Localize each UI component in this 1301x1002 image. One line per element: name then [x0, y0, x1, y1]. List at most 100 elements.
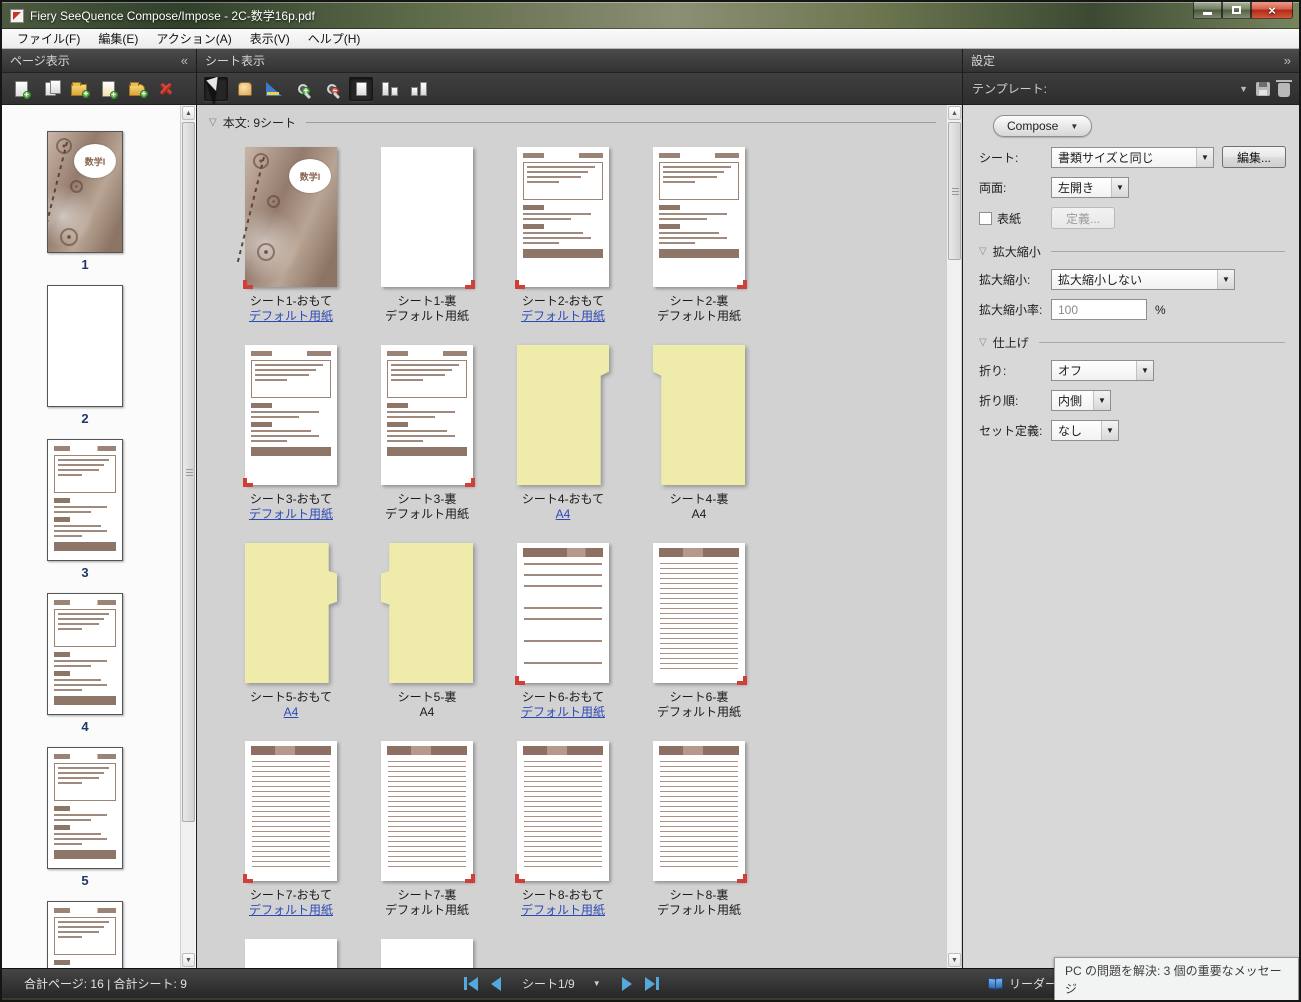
menu-item-4[interactable]: ヘルプ(H): [299, 28, 370, 49]
sheet-cell[interactable]: [223, 939, 359, 968]
sheet-paper-link[interactable]: デフォルト用紙: [521, 705, 605, 720]
sheet-cell[interactable]: シート4-裏 A4: [631, 345, 767, 522]
zoom-in-tool-icon[interactable]: +: [291, 77, 315, 101]
delete-template-icon[interactable]: [1278, 83, 1290, 97]
sheet-paper-link[interactable]: A4: [556, 507, 571, 522]
menu-item-2[interactable]: アクション(A): [147, 28, 240, 49]
template-dropdown-icon[interactable]: ▼: [1239, 84, 1248, 94]
sheet-paper-label: デフォルト用紙: [657, 903, 741, 918]
insert-page-icon[interactable]: +: [96, 77, 120, 101]
scale-section-header[interactable]: ▽ 拡大縮小: [979, 243, 1285, 260]
page-number: 4: [81, 719, 88, 734]
sheet-cell[interactable]: [359, 939, 495, 968]
sheet-toolbar: +−: [197, 73, 962, 105]
sheet-cell[interactable]: シート1-裏 デフォルト用紙: [359, 147, 495, 324]
split-view-b-icon[interactable]: [407, 77, 431, 101]
add-page-icon[interactable]: +: [9, 77, 33, 101]
scroll-up-icon[interactable]: ▲: [948, 106, 961, 120]
sheet-cell[interactable]: シート3-おもて デフォルト用紙: [223, 345, 359, 522]
close-button[interactable]: ×: [1251, 2, 1293, 19]
sheet-cell[interactable]: シート7-おもて デフォルト用紙: [223, 741, 359, 918]
scroll-down-icon[interactable]: ▼: [948, 953, 961, 967]
duplicate-page-icon[interactable]: [38, 77, 62, 101]
measure-tool-icon[interactable]: [262, 77, 286, 101]
sheet-cell[interactable]: シート6-おもて デフォルト用紙: [495, 543, 631, 720]
sheet-size-dropdown[interactable]: 書類サイズと同じ ▼: [1051, 147, 1214, 168]
duplex-field-label: 両面:: [979, 179, 1051, 196]
sheet-label: シート7-裏: [398, 888, 457, 903]
split-view-a-icon[interactable]: [378, 77, 402, 101]
fold-order-dropdown[interactable]: 内側 ▼: [1051, 390, 1111, 411]
sheet-cell[interactable]: シート2-おもて デフォルト用紙: [495, 147, 631, 324]
collapse-section-icon[interactable]: ▽: [979, 337, 987, 348]
sheet-paper-link[interactable]: デフォルト用紙: [521, 309, 605, 324]
sheet-position-dropdown[interactable]: シート1/9 ▼: [512, 975, 611, 992]
cover-checkbox[interactable]: [979, 212, 992, 225]
bleed-corner-mark: [515, 676, 525, 685]
os-notification-tooltip[interactable]: PC の問題を解決: 3 個の重要なメッセージ 合計 5 個のメッセージ: [1054, 957, 1299, 1002]
edit-button[interactable]: 編集...: [1222, 146, 1286, 168]
sheet-cell[interactable]: シート8-裏 デフォルト用紙: [631, 741, 767, 918]
chevron-down-icon: ▼: [1093, 391, 1110, 410]
page-list-scrollbar[interactable]: ▲ ▼: [180, 105, 195, 968]
menu-item-1[interactable]: 編集(E): [89, 28, 147, 49]
set-definition-dropdown[interactable]: なし ▼: [1051, 420, 1119, 441]
page-thumbnail-cell[interactable]: 5: [47, 747, 123, 888]
previous-sheet-button[interactable]: [489, 975, 503, 993]
set-definition-value: なし: [1052, 421, 1101, 440]
page-thumbnail-cell[interactable]: 4: [47, 593, 123, 734]
sheet-paper-link[interactable]: A4: [284, 705, 299, 720]
page-thumbnail-cell[interactable]: 3: [47, 439, 123, 580]
next-sheet-button[interactable]: [620, 975, 634, 993]
sheet-paper-link[interactable]: デフォルト用紙: [249, 903, 333, 918]
collapse-panel-icon[interactable]: «: [181, 53, 188, 68]
page-thumbnail-cell[interactable]: 2: [47, 285, 123, 426]
body-section-header[interactable]: ▽ 本文: 9シート: [197, 105, 962, 131]
first-sheet-button[interactable]: [462, 975, 480, 993]
last-sheet-button[interactable]: [643, 975, 661, 993]
page-list: 数学I 1 2 3 4: [2, 105, 168, 968]
duplex-dropdown[interactable]: 左開き ▼: [1051, 177, 1129, 198]
sheet-cell[interactable]: シート5-裏 A4: [359, 543, 495, 720]
page-view-toggle-icon[interactable]: [349, 77, 373, 101]
bleed-corner-mark: [737, 676, 747, 685]
scale-dropdown[interactable]: 拡大縮小しない ▼: [1051, 269, 1235, 290]
sheet-cell[interactable]: シート5-おもて A4: [223, 543, 359, 720]
insert-tab-icon[interactable]: +: [125, 77, 149, 101]
minimize-button[interactable]: [1193, 2, 1222, 19]
collapse-section-icon[interactable]: ▽: [209, 117, 217, 128]
sheet-cell[interactable]: 数学Iシート1-おもて デフォルト用紙: [223, 147, 359, 324]
maximize-button[interactable]: [1222, 2, 1251, 19]
sheet-paper-link[interactable]: デフォルト用紙: [249, 507, 333, 522]
pan-tool-icon[interactable]: [233, 77, 257, 101]
sheet-cell[interactable]: シート3-裏 デフォルト用紙: [359, 345, 495, 522]
zoom-out-tool-icon[interactable]: −: [320, 77, 344, 101]
fold-dropdown[interactable]: オフ ▼: [1051, 360, 1154, 381]
delete-page-icon[interactable]: [154, 77, 178, 101]
sheet-cell[interactable]: シート4-おもて A4: [495, 345, 631, 522]
sheet-paper-link[interactable]: デフォルト用紙: [249, 309, 333, 324]
menu-item-3[interactable]: 表示(V): [241, 28, 299, 49]
scroll-up-icon[interactable]: ▲: [182, 106, 195, 120]
sheet-cell[interactable]: シート7-裏 デフォルト用紙: [359, 741, 495, 918]
mode-dropdown[interactable]: Compose ▼: [993, 115, 1092, 137]
open-file-icon[interactable]: +: [67, 77, 91, 101]
sheet-cell[interactable]: シート2-裏 デフォルト用紙: [631, 147, 767, 324]
select-tool-icon[interactable]: [204, 77, 228, 101]
scroll-down-icon[interactable]: ▼: [182, 953, 195, 967]
define-button: 定義...: [1051, 207, 1115, 229]
sheet-cell[interactable]: シート8-おもて デフォルト用紙: [495, 741, 631, 918]
collapse-section-icon[interactable]: ▽: [979, 246, 987, 257]
sheet-grid-scrollbar[interactable]: ▲ ▼: [946, 105, 961, 968]
expand-panel-icon[interactable]: »: [1284, 53, 1291, 68]
sheet-cell[interactable]: シート6-裏 デフォルト用紙: [631, 543, 767, 720]
finish-section-header[interactable]: ▽ 仕上げ: [979, 334, 1285, 351]
page-thumbnail-cell[interactable]: 数学I 1: [47, 131, 123, 272]
menu-item-0[interactable]: ファイル(F): [8, 28, 89, 49]
page-thumbnail-cell[interactable]: [47, 901, 123, 968]
sheet-paper-link[interactable]: デフォルト用紙: [521, 903, 605, 918]
save-template-icon[interactable]: [1256, 82, 1270, 96]
sheet-size-value: 書類サイズと同じ: [1052, 148, 1196, 167]
title-bar[interactable]: Fiery SeeQuence Compose/Impose - 2C-数学16…: [2, 2, 1299, 29]
scale-value: 拡大縮小しない: [1052, 270, 1217, 289]
